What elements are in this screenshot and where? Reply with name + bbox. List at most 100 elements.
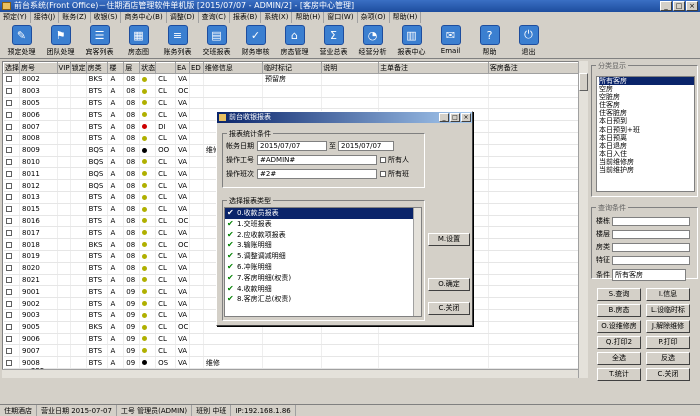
- query-field-input[interactable]: [612, 242, 690, 252]
- column-header[interactable]: 说明: [321, 62, 380, 74]
- report-type-item[interactable]: ✔ 0.收款员报表: [225, 208, 421, 219]
- checkmark-icon[interactable]: ✔: [227, 219, 237, 230]
- dialog-maximize-button[interactable]: □: [450, 113, 460, 122]
- select-cell[interactable]: [3, 144, 20, 157]
- report-type-item[interactable]: ✔ 5.调整调减明细: [225, 251, 421, 262]
- column-header[interactable]: 楼: [107, 62, 125, 74]
- row-checkbox[interactable]: [5, 300, 12, 307]
- toolbar-button-4[interactable]: ≡ 账务列表: [158, 23, 197, 59]
- row-checkbox[interactable]: [5, 76, 12, 83]
- table-row[interactable]: 8003 BTS A 08 CL OC: [3, 85, 587, 98]
- settings-button[interactable]: M.设置: [428, 233, 470, 246]
- category-item[interactable]: 本日预离: [599, 134, 694, 142]
- checkmark-icon[interactable]: ✔: [227, 251, 237, 262]
- menu-item[interactable]: 帮助(H): [292, 12, 325, 23]
- row-checkbox[interactable]: [5, 182, 12, 189]
- table-row[interactable]: 8005 BTS A 08 CL VA: [3, 97, 587, 110]
- panel-button-5[interactable]: J.解除维修: [646, 320, 690, 333]
- row-checkbox[interactable]: [5, 194, 12, 201]
- menu-item[interactable]: 接待(J): [31, 12, 60, 23]
- query-field-input[interactable]: [612, 216, 690, 226]
- table-row[interactable]: 9008 BTS A 09 OS VA 维修: [3, 356, 587, 369]
- row-checkbox[interactable]: [5, 170, 12, 177]
- toolbar-button-6[interactable]: ✓ 财务审核: [236, 23, 275, 59]
- menu-item[interactable]: 杂项(O): [358, 12, 390, 23]
- category-item[interactable]: 本日入住: [599, 150, 694, 158]
- row-checkbox[interactable]: [5, 265, 12, 272]
- table-row[interactable]: 8002 BKS A 08 CL VA 预留房: [3, 73, 587, 86]
- category-item[interactable]: 当前维护房: [599, 166, 694, 174]
- toolbar-button-1[interactable]: ⚑ 团队处理: [41, 23, 80, 59]
- report-type-scrollbar[interactable]: [413, 208, 421, 316]
- column-header[interactable]: 房类: [85, 62, 109, 74]
- toolbar-button-5[interactable]: ▤ 交班报表: [197, 23, 236, 59]
- minimize-button[interactable]: _: [660, 1, 672, 11]
- select-cell[interactable]: [3, 191, 20, 204]
- row-checkbox[interactable]: [5, 276, 12, 283]
- column-header[interactable]: 层: [123, 62, 141, 74]
- grid-horizontal-scrollbar[interactable]: [2, 369, 578, 378]
- column-header[interactable]: 选择: [3, 62, 20, 74]
- column-header[interactable]: 房号: [19, 62, 58, 74]
- maximize-button[interactable]: □: [673, 1, 685, 11]
- select-cell[interactable]: [3, 108, 20, 122]
- checkmark-icon[interactable]: ✔: [227, 262, 237, 273]
- column-header[interactable]: ED: [188, 62, 204, 74]
- row-checkbox[interactable]: [5, 253, 12, 260]
- toolbar-button-0[interactable]: ✎ 预定处理: [2, 23, 41, 59]
- select-cell[interactable]: [3, 274, 20, 287]
- menu-item[interactable]: 帮助(H): [390, 12, 422, 23]
- row-checkbox[interactable]: [5, 88, 12, 95]
- select-cell[interactable]: [3, 97, 20, 110]
- query-field-input[interactable]: [612, 255, 690, 265]
- report-type-item[interactable]: ✔ 3.输账明细: [225, 240, 421, 251]
- select-cell[interactable]: [3, 321, 20, 334]
- report-type-list[interactable]: ✔ 0.收款员报表 ✔ 1.交班报表 ✔ 2.应收款项报表 ✔ 3.输账明细 ✔ 5.调整调减明细…: [224, 207, 422, 317]
- row-checkbox[interactable]: [5, 217, 12, 224]
- menu-item[interactable]: 报表(B): [230, 12, 262, 23]
- panel-button-0[interactable]: S.查询: [597, 288, 641, 301]
- select-cell[interactable]: [3, 203, 20, 216]
- report-type-item[interactable]: ✔ 2.应收款项报表: [225, 230, 421, 241]
- checkmark-icon[interactable]: ✔: [227, 240, 237, 251]
- select-cell[interactable]: [3, 156, 20, 169]
- all-people-checkbox[interactable]: [380, 157, 386, 163]
- all-shifts-checkbox[interactable]: [380, 171, 386, 177]
- panel-button-7[interactable]: P.打印: [646, 336, 690, 349]
- toolbar-button-11[interactable]: ✉ Email: [431, 23, 470, 59]
- select-cell[interactable]: [3, 344, 20, 358]
- checkmark-icon[interactable]: ✔: [227, 273, 237, 284]
- row-checkbox[interactable]: [5, 206, 12, 213]
- row-checkbox[interactable]: [5, 335, 12, 342]
- panel-button-6[interactable]: Q.打印2: [597, 336, 641, 349]
- panel-button-2[interactable]: B.房态: [597, 304, 641, 317]
- toolbar-button-8[interactable]: Σ 营业总表: [314, 23, 353, 59]
- toolbar-button-3[interactable]: ▦ 房态图: [119, 23, 158, 59]
- select-cell[interactable]: [3, 85, 20, 98]
- select-cell[interactable]: [3, 297, 20, 310]
- column-header[interactable]: 维修信息: [202, 62, 264, 74]
- column-header[interactable]: 主单备注: [378, 62, 489, 74]
- category-item[interactable]: 本日预到: [599, 117, 694, 125]
- row-checkbox[interactable]: [5, 147, 12, 154]
- row-checkbox[interactable]: [5, 347, 12, 354]
- row-checkbox[interactable]: [5, 312, 12, 319]
- grid-vertical-scrollbar[interactable]: [578, 61, 588, 378]
- dialog-minimize-button[interactable]: _: [439, 113, 449, 122]
- row-checkbox[interactable]: [5, 359, 12, 366]
- select-cell[interactable]: [3, 250, 20, 263]
- select-cell[interactable]: [3, 262, 20, 275]
- date-from-input[interactable]: [257, 141, 327, 151]
- condition-value[interactable]: 所有客房: [612, 269, 686, 281]
- panel-button-10[interactable]: T.统计: [597, 368, 641, 381]
- select-cell[interactable]: [3, 73, 20, 86]
- toolbar-button-12[interactable]: ? 帮助: [470, 23, 509, 59]
- select-cell[interactable]: [3, 167, 20, 181]
- dialog-close-button[interactable]: C.关闭: [428, 302, 470, 315]
- dialog-close-x-button[interactable]: ×: [461, 113, 471, 122]
- row-checkbox[interactable]: [5, 288, 12, 295]
- report-type-item[interactable]: ✔ 1.交班报表: [225, 219, 421, 230]
- category-item[interactable]: 本日退房: [599, 142, 694, 150]
- row-checkbox[interactable]: [5, 324, 12, 331]
- table-row[interactable]: 9006 BTS A 09 CL VA: [3, 333, 587, 346]
